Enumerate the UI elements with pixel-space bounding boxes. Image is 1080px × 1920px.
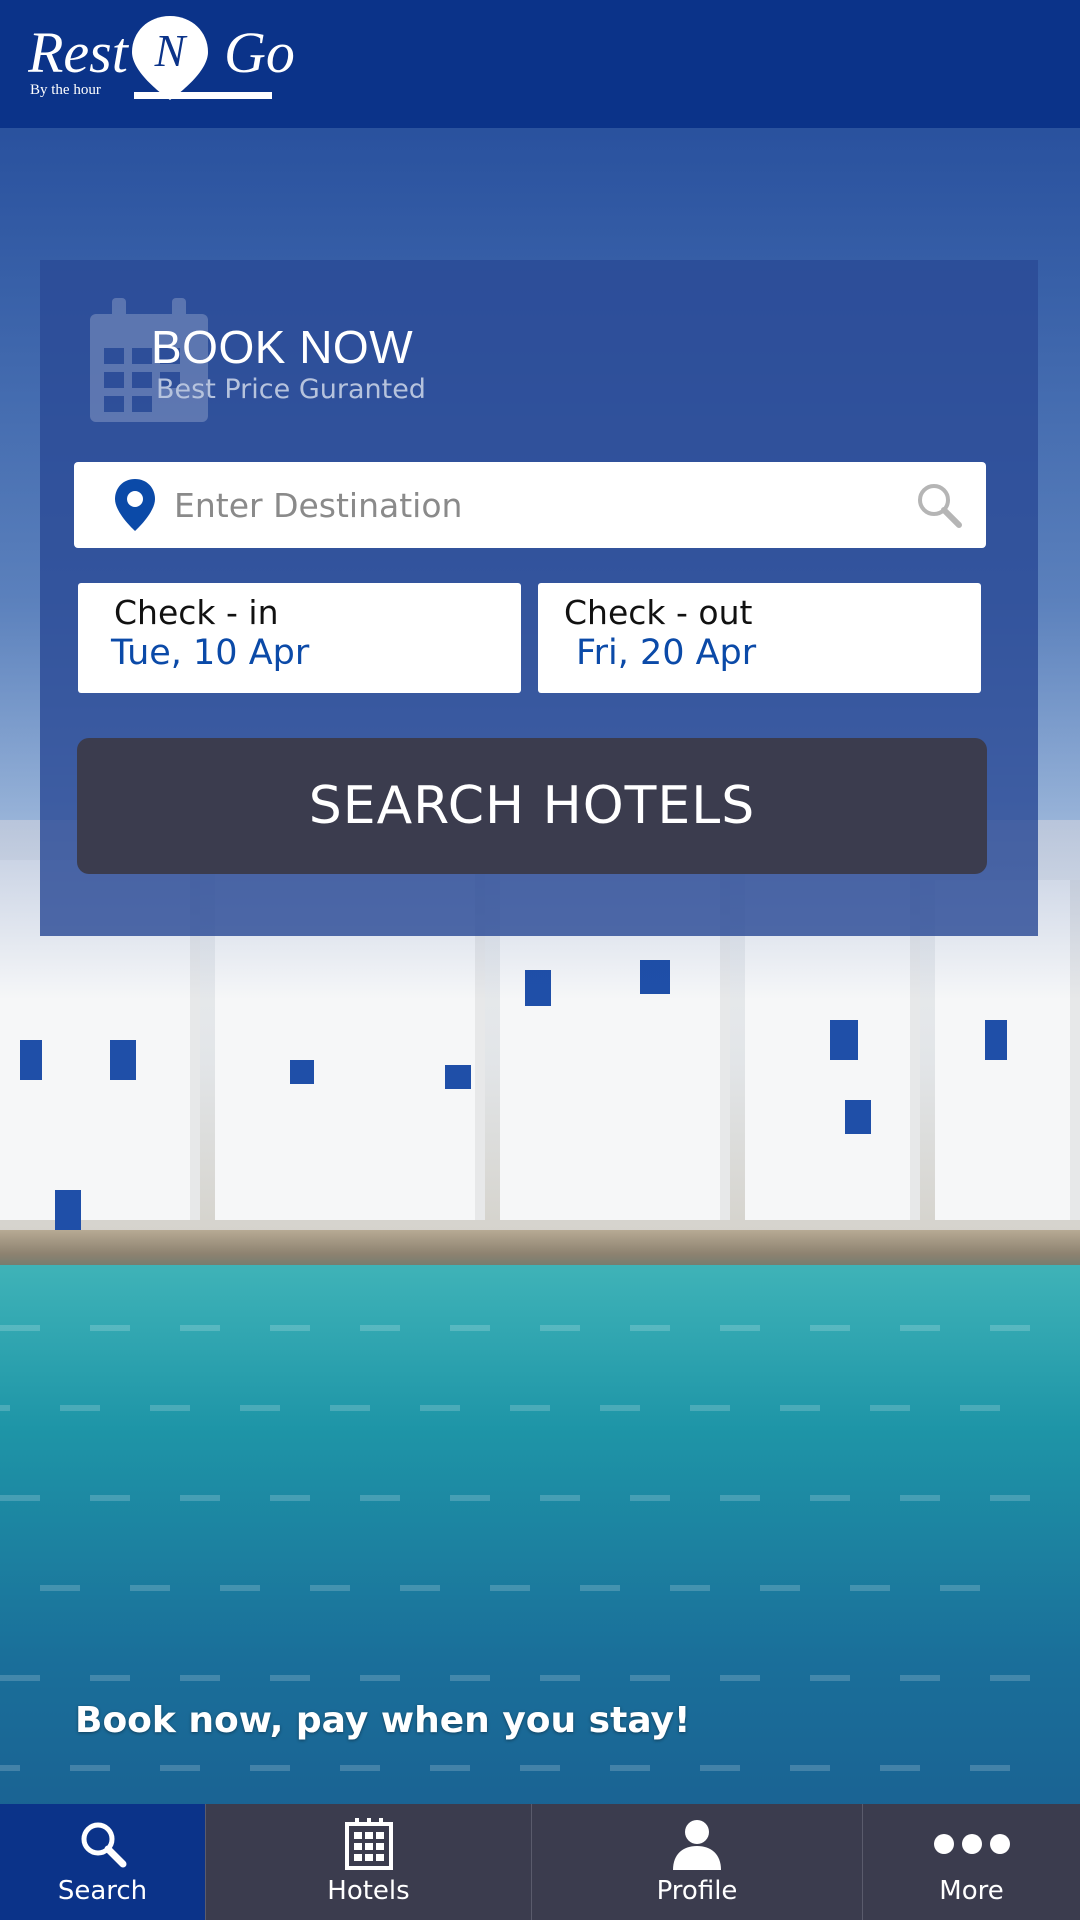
checkin-label: Check - in bbox=[114, 593, 279, 632]
checkout-date-picker[interactable]: Check - out Fri, 20 Apr bbox=[538, 583, 981, 693]
nav-item-more[interactable]: More bbox=[863, 1804, 1080, 1920]
checkout-value: Fri, 20 Apr bbox=[576, 633, 757, 673]
background-shore bbox=[0, 1230, 1080, 1270]
booking-card: BOOK NOW Best Price Guranted Check - in … bbox=[40, 260, 1038, 936]
search-hotels-button[interactable]: SEARCH HOTELS bbox=[77, 738, 987, 874]
svg-text:Go: Go bbox=[224, 20, 295, 85]
nav-label-profile: Profile bbox=[656, 1876, 738, 1906]
location-pin-icon bbox=[115, 479, 155, 531]
nav-item-search[interactable]: Search bbox=[0, 1804, 206, 1920]
search-icon[interactable] bbox=[914, 480, 964, 530]
book-now-subtitle: Best Price Guranted bbox=[156, 374, 426, 405]
checkout-label: Check - out bbox=[564, 593, 753, 632]
book-now-title: BOOK NOW bbox=[151, 321, 414, 373]
user-icon bbox=[673, 1820, 721, 1870]
bottom-nav-bar: Search Hotels Profile More bbox=[0, 1804, 1080, 1920]
nav-label-search: Search bbox=[57, 1876, 148, 1906]
nav-label-more: More bbox=[939, 1876, 1004, 1906]
more-dots-icon bbox=[933, 1834, 1010, 1854]
nav-item-hotels[interactable]: Hotels bbox=[206, 1804, 532, 1920]
svg-text:N: N bbox=[154, 25, 188, 76]
logo-graphic: Rest N Go By the hour bbox=[27, 16, 295, 100]
app-header: Rest N Go By the hour bbox=[0, 0, 1080, 128]
destination-input[interactable] bbox=[174, 475, 914, 535]
svg-text:By the hour: By the hour bbox=[30, 82, 101, 98]
building-icon bbox=[344, 1818, 393, 1870]
rest-n-go-logo[interactable]: Rest N Go By the hour bbox=[27, 14, 328, 104]
checkin-date-picker[interactable]: Check - in Tue, 10 Apr bbox=[78, 583, 521, 693]
promo-tagline: Book now, pay when you stay! bbox=[75, 1700, 691, 1741]
nav-item-profile[interactable]: Profile bbox=[532, 1804, 863, 1920]
checkin-value: Tue, 10 Apr bbox=[111, 633, 310, 673]
svg-text:Rest: Rest bbox=[28, 20, 130, 85]
nav-label-hotels: Hotels bbox=[327, 1876, 410, 1906]
search-icon bbox=[81, 1822, 126, 1868]
destination-field[interactable] bbox=[74, 462, 986, 548]
